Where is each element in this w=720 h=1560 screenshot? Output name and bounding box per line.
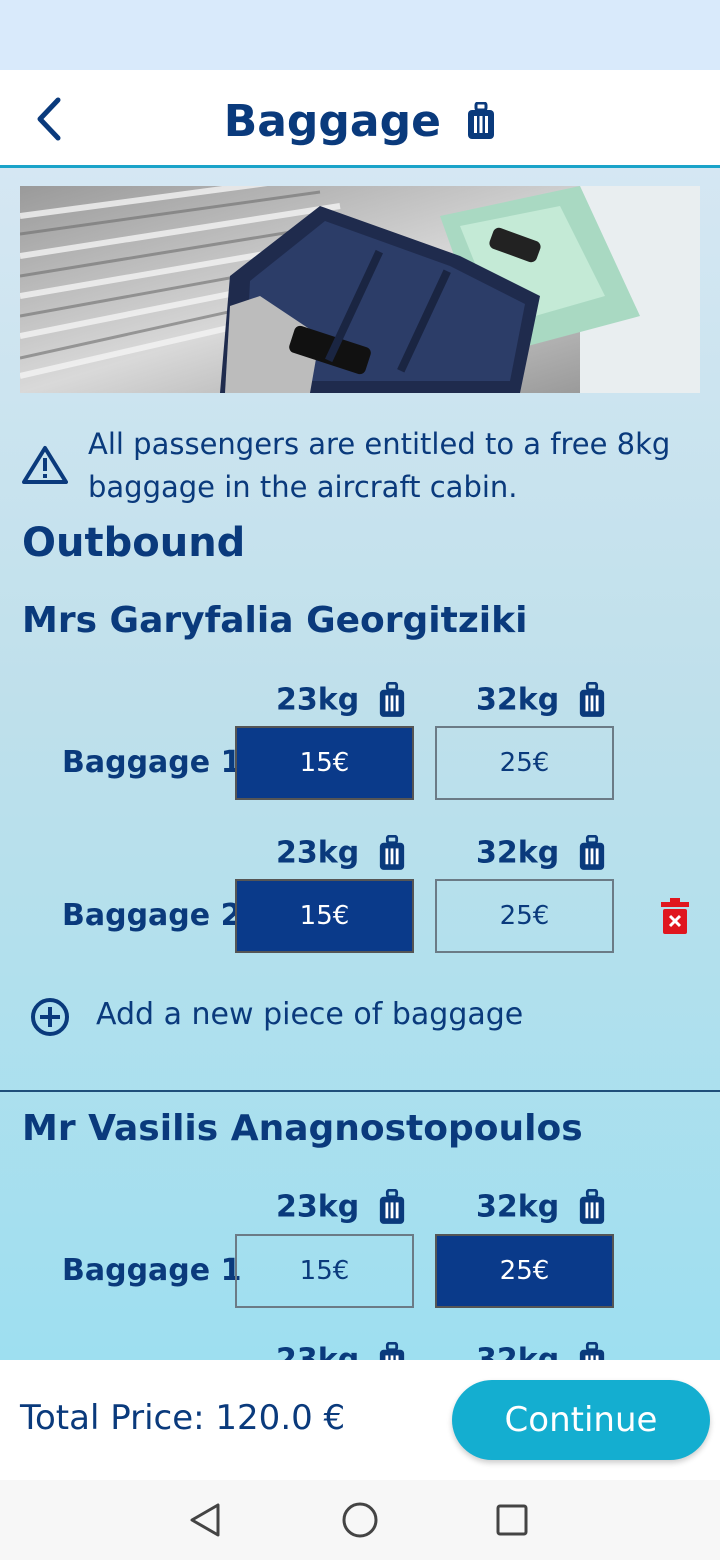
luggage-icon: [579, 1188, 604, 1224]
luggage-icon: [379, 681, 404, 717]
trash-icon: [661, 898, 689, 934]
weight-label-23kg: 23kg: [276, 833, 406, 873]
page-title-text: Baggage: [223, 96, 441, 147]
luggage-icon: [379, 1188, 404, 1224]
baggage-label: Baggage 2: [62, 898, 242, 933]
system-nav-bar: [0, 1480, 720, 1560]
passenger-name: Mrs Garyfalia Georgitziki: [22, 600, 528, 641]
weight-label-23kg: 23kg: [276, 680, 406, 720]
page-title: Baggage: [0, 92, 720, 148]
status-bar: [0, 0, 720, 70]
price-option-32kg[interactable]: 25€: [435, 879, 614, 953]
delete-baggage-button[interactable]: [661, 898, 689, 934]
price-option-23kg[interactable]: 15€: [235, 879, 414, 953]
add-baggage-label: Add a new piece of baggage: [96, 997, 524, 1032]
luggage-icon: [468, 102, 495, 139]
luggage-icon: [579, 834, 604, 870]
weight-label-32kg: 32kg: [476, 833, 606, 873]
weight-label-23kg: 23kg: [276, 1340, 406, 1360]
cabin-baggage-notice-text: All passengers are entitled to a free 8k…: [88, 427, 671, 504]
back-triangle-icon: [190, 1503, 220, 1537]
checkout-footer: Total Price: 120.0 € Continue: [0, 1360, 720, 1480]
weight-label-32kg: 32kg: [476, 1340, 606, 1360]
baggage-content[interactable]: All passengers are entitled to a free 8k…: [0, 168, 720, 1360]
luggage-icon: [579, 1341, 604, 1360]
weight-label-32kg: 32kg: [476, 680, 606, 720]
baggage-label: Baggage 1: [62, 745, 242, 780]
price-option-32kg[interactable]: 25€: [435, 1234, 614, 1308]
passenger-divider: [0, 1090, 720, 1092]
nav-back-button[interactable]: [186, 1500, 226, 1540]
nav-home-button[interactable]: [340, 1500, 380, 1540]
nav-recents-button[interactable]: [492, 1500, 532, 1540]
weight-label-23kg: 23kg: [276, 1187, 406, 1227]
price-option-23kg[interactable]: 15€: [235, 726, 414, 800]
section-title-outbound: Outbound: [22, 520, 246, 566]
app-header: Baggage: [0, 70, 720, 168]
plus-circle-icon: [31, 998, 69, 1036]
recents-square-icon: [496, 1504, 528, 1536]
price-option-23kg[interactable]: 15€: [235, 1234, 414, 1308]
weight-label-32kg: 32kg: [476, 1187, 606, 1227]
price-option-32kg[interactable]: 25€: [435, 726, 614, 800]
passenger-name: Mr Vasilis Anagnostopoulos: [22, 1108, 583, 1149]
baggage-label: Baggage 1: [62, 1253, 242, 1288]
home-circle-icon: [342, 1502, 378, 1538]
luggage-on-conveyor-photo: [20, 186, 700, 393]
luggage-icon: [379, 1341, 404, 1360]
total-price: Total Price: 120.0 €: [20, 1398, 346, 1438]
cabin-baggage-notice: All passengers are entitled to a free 8k…: [20, 423, 700, 504]
luggage-icon: [379, 834, 404, 870]
luggage-icon: [579, 681, 604, 717]
continue-button[interactable]: Continue: [452, 1380, 710, 1460]
warning-triangle-icon: [22, 446, 68, 484]
